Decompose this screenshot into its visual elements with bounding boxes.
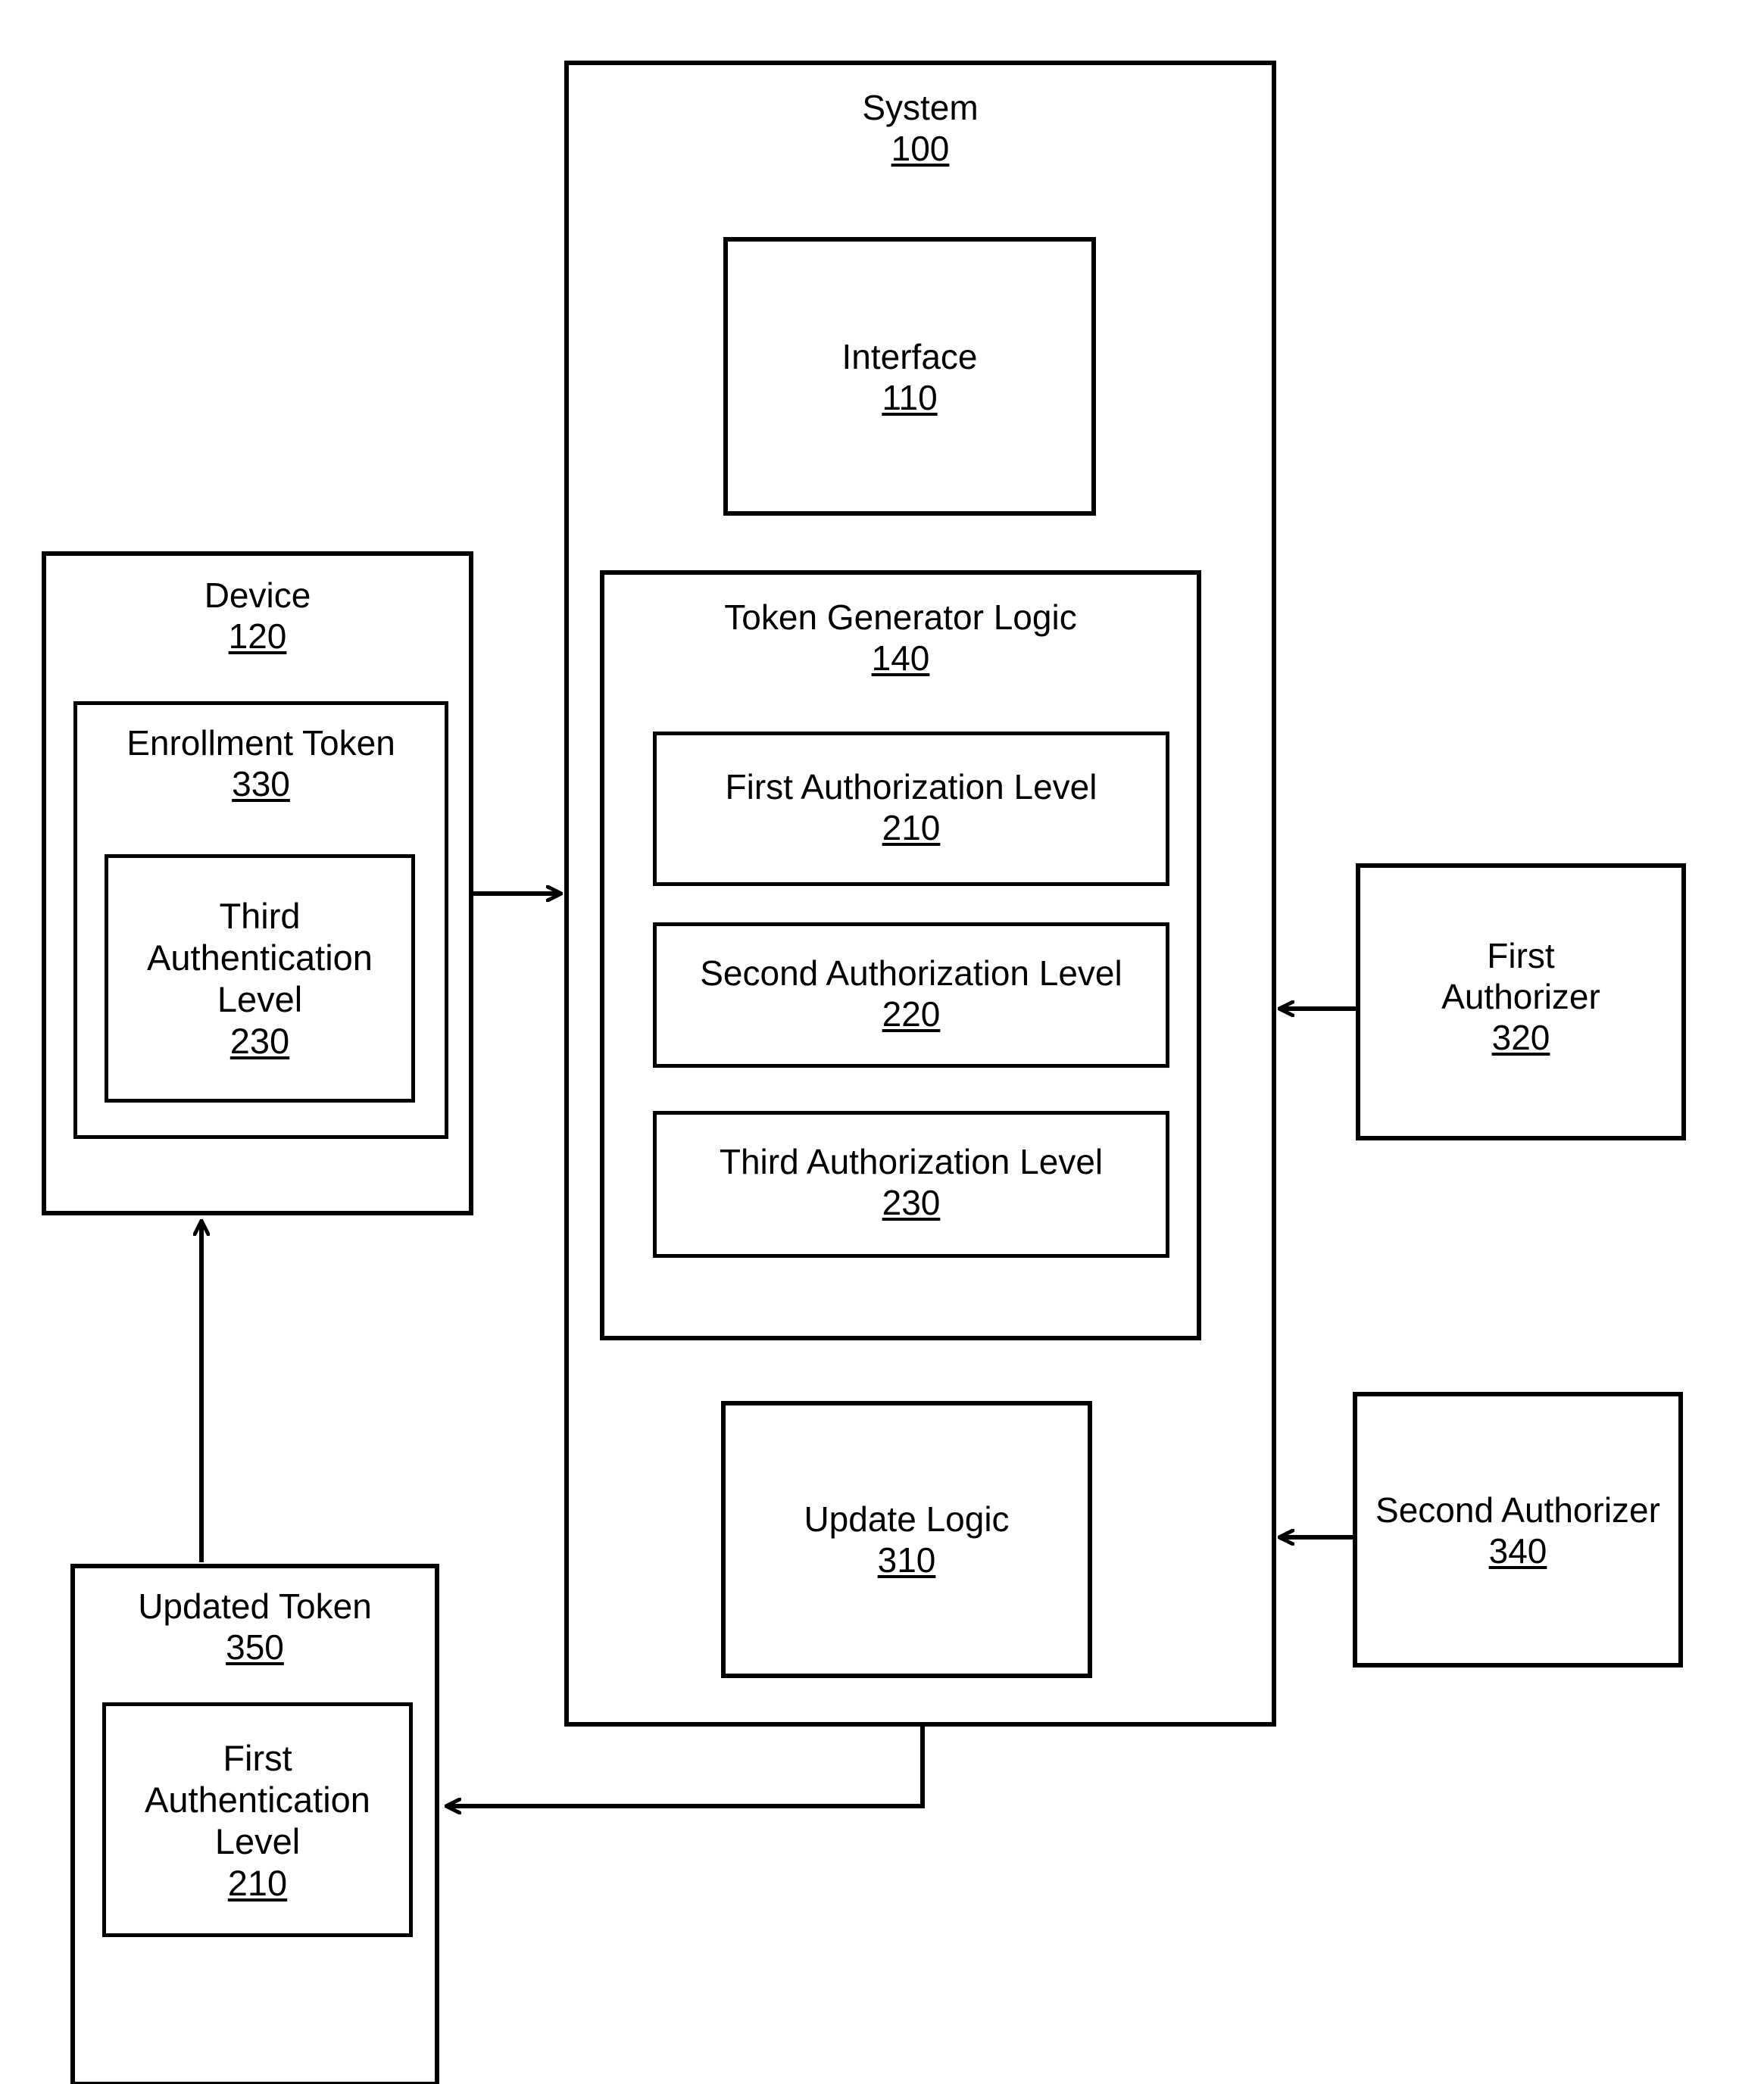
block-second-authorizer-label: Second Authorizer 340 bbox=[1375, 1490, 1660, 1571]
block-first-authorization-level-label: First Authorization Level 210 bbox=[725, 767, 1097, 847]
block-third-authentication-level: Third Authentication Level 230 bbox=[105, 854, 415, 1103]
block-first-authentication-level-label: First Authentication Level 210 bbox=[145, 1738, 370, 1903]
diagram-canvas: System 100 Interface 110 Token Generator L… bbox=[0, 0, 1764, 2084]
block-updated-token-label: Updated Token 350 bbox=[138, 1586, 372, 1667]
block-third-authorization-level: Third Authorization Level 230 bbox=[653, 1111, 1169, 1258]
block-third-authentication-level-label: Third Authentication Level 230 bbox=[147, 896, 373, 1061]
block-first-authentication-level: First Authentication Level 210 bbox=[102, 1702, 413, 1937]
block-interface: Interface 110 bbox=[723, 237, 1096, 516]
block-token-generator-logic-label: Token Generator Logic 140 bbox=[724, 597, 1077, 678]
block-system-label: System 100 bbox=[862, 88, 979, 168]
block-third-authorization-level-label: Third Authorization Level 230 bbox=[719, 1142, 1104, 1222]
block-update-logic-label: Update Logic 310 bbox=[804, 1499, 1010, 1580]
block-update-logic: Update Logic 310 bbox=[721, 1401, 1092, 1678]
block-first-authorizer-label: First Authorizer 320 bbox=[1441, 936, 1600, 1057]
block-second-authorization-level: Second Authorization Level 220 bbox=[653, 922, 1169, 1068]
block-interface-label: Interface 110 bbox=[841, 337, 978, 417]
block-device-label: Device 120 bbox=[204, 576, 311, 656]
connector-system-to-updated-token bbox=[447, 1727, 925, 1806]
block-first-authorization-level: First Authorization Level 210 bbox=[653, 732, 1169, 886]
block-second-authorization-level-label: Second Authorization Level 220 bbox=[700, 953, 1122, 1034]
block-enrollment-token-label: Enrollment Token 330 bbox=[126, 723, 395, 803]
block-first-authorizer: First Authorizer 320 bbox=[1356, 863, 1686, 1140]
block-second-authorizer: Second Authorizer 340 bbox=[1353, 1392, 1683, 1668]
